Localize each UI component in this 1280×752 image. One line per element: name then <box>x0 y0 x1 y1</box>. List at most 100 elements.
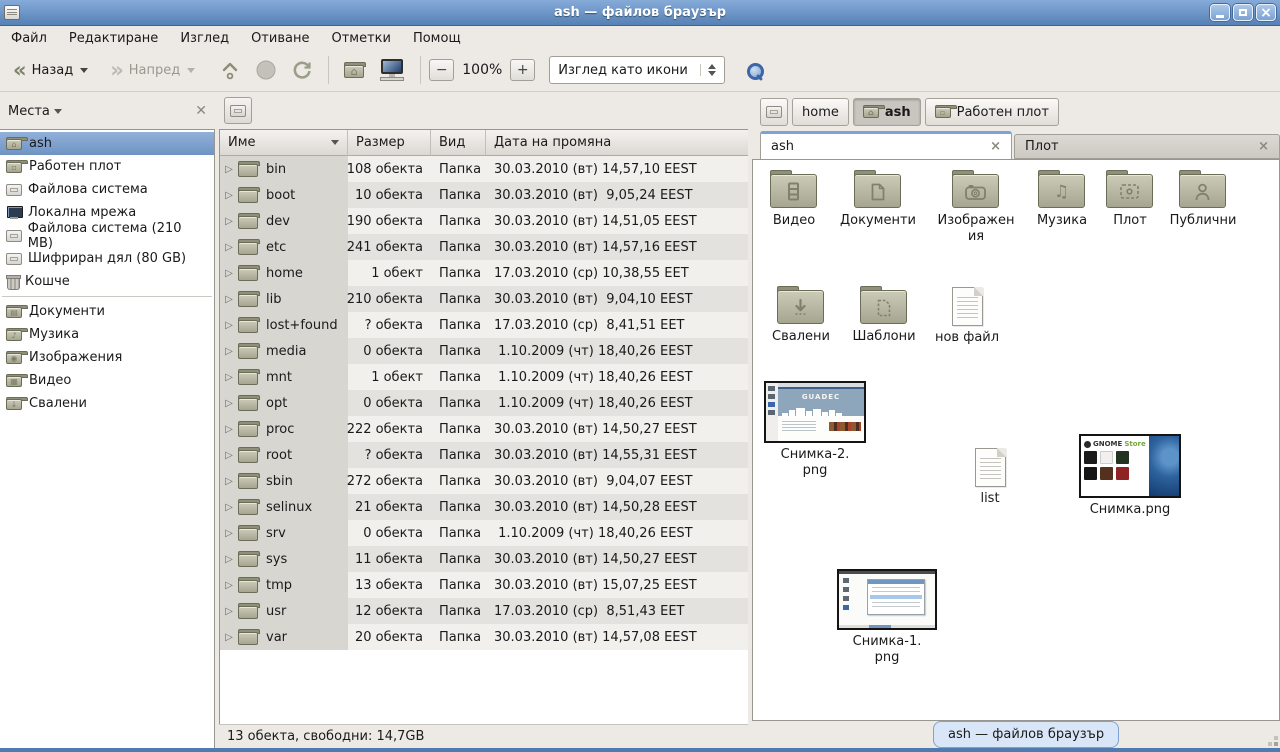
expander-icon[interactable]: ▷ <box>220 294 238 305</box>
file-item-Шаблони[interactable]: Шаблони <box>848 286 920 345</box>
sidebar-item-ash[interactable]: ⌂ash <box>0 132 214 155</box>
tab-close-icon[interactable]: × <box>1258 139 1269 154</box>
pathbar-button-ash[interactable]: ⌂ash <box>853 98 921 126</box>
minimize-button[interactable] <box>1210 4 1230 21</box>
table-row-root[interactable]: ▷ root? обектаПапка30.03.2010 (вт) 14,55… <box>220 442 749 468</box>
file-item-Свалени[interactable]: Свалени <box>765 286 837 345</box>
sidebar-item-Работен плот[interactable]: ▫Работен плот <box>0 155 214 178</box>
expander-icon[interactable]: ▷ <box>220 398 238 409</box>
menu-Файл[interactable]: Файл <box>0 29 58 48</box>
expander-icon[interactable]: ▷ <box>220 216 238 227</box>
expander-icon[interactable]: ▷ <box>220 580 238 591</box>
expander-icon[interactable]: ▷ <box>220 320 238 331</box>
menu-Изглед[interactable]: Изглед <box>169 29 240 48</box>
icon-view[interactable]: ВидеоДокументи Изображен ия♫МузикаПлотПуб… <box>752 159 1280 721</box>
zoom-in-button[interactable]: + <box>510 59 535 81</box>
expander-icon[interactable]: ▷ <box>220 346 238 357</box>
expander-icon[interactable]: ▷ <box>220 268 238 279</box>
expander-icon[interactable]: ▷ <box>220 554 238 565</box>
file-item-Снимка.png[interactable]: GNOMEStore Снимка.png <box>1079 434 1181 518</box>
file-item-Публични[interactable]: Публични <box>1167 170 1239 229</box>
back-button[interactable]: « Назад <box>6 57 95 84</box>
taskbar-window-button[interactable]: ash — файлов браузър <box>933 721 1119 748</box>
sidebar-item-Видео[interactable]: ▦Видео <box>0 369 214 392</box>
pathbar-button-home[interactable]: home <box>792 98 849 126</box>
column-header-Вид[interactable]: Вид <box>431 130 486 156</box>
view-mode-select[interactable]: Изглед като икони <box>549 56 725 84</box>
expander-icon[interactable]: ▷ <box>220 242 238 253</box>
file-item-нов файл[interactable]: нов файл <box>931 287 1003 346</box>
sidebar-item-Файлова система[interactable]: Файлова система <box>0 178 214 201</box>
menu-Помощ[interactable]: Помощ <box>402 29 472 48</box>
pathbar-button-root[interactable] <box>760 98 788 126</box>
menu-Редактиране[interactable]: Редактиране <box>58 29 169 48</box>
computer-button[interactable] <box>372 56 412 84</box>
table-row-usr[interactable]: ▷ usr12 обектаПапка17.03.2010 (ср) 8,51,… <box>220 598 749 624</box>
sidebar-pane-selector[interactable]: Места <box>8 104 62 119</box>
file-item-Видео[interactable]: Видео <box>758 170 830 229</box>
table-row-selinux[interactable]: ▷ selinux21 обектаПапка30.03.2010 (вт) 1… <box>220 494 749 520</box>
home-button[interactable]: ⌂ <box>337 59 372 81</box>
table-row-sbin[interactable]: ▷ sbin272 обектаПапка30.03.2010 (вт) 9,0… <box>220 468 749 494</box>
file-item-Плот[interactable]: Плот <box>1094 170 1166 229</box>
expander-icon[interactable]: ▷ <box>220 632 238 643</box>
table-row-srv[interactable]: ▷ srv0 обектаПапка 1.10.2009 (чт) 18,40,… <box>220 520 749 546</box>
file-item-Снимка-2.png[interactable]: GUADEC Снимка-2. png <box>764 381 866 480</box>
pathbar-button-Работен плот[interactable]: ▫Работен плот <box>925 98 1059 126</box>
table-row-opt[interactable]: ▷ opt0 обектаПапка 1.10.2009 (чт) 18,40,… <box>220 390 749 416</box>
column-header-Дата на промяна[interactable]: Дата на промяна <box>486 130 749 156</box>
sidebar-item-Музика[interactable]: ♪Музика <box>0 323 214 346</box>
expander-icon[interactable]: ▷ <box>220 372 238 383</box>
table-row-var[interactable]: ▷ var20 обектаПапка30.03.2010 (вт) 14,57… <box>220 624 749 650</box>
expander-icon[interactable]: ▷ <box>220 164 238 175</box>
table-row-lib[interactable]: ▷ lib210 обектаПапка30.03.2010 (вт) 9,04… <box>220 286 749 312</box>
sidebar-item-Шифриран дял (80 GB)[interactable]: Шифриран дял (80 GB) <box>0 247 214 270</box>
back-history-dropdown-icon[interactable] <box>80 68 88 73</box>
maximize-button[interactable] <box>1233 4 1253 21</box>
file-item-Снимка-1.png[interactable]: Снимка-1. png <box>837 569 937 667</box>
table-row-dev[interactable]: ▷ dev190 обектаПапка30.03.2010 (вт) 14,5… <box>220 208 749 234</box>
forward-history-dropdown-icon[interactable] <box>187 68 195 73</box>
table-row-media[interactable]: ▷ media0 обектаПапка 1.10.2009 (чт) 18,4… <box>220 338 749 364</box>
reload-button[interactable] <box>284 56 320 84</box>
sidebar-item-Файлова система (210 MB)[interactable]: Файлова система (210 MB) <box>0 224 214 247</box>
expander-icon[interactable]: ▷ <box>220 450 238 461</box>
table-row-sys[interactable]: ▷ sys11 обектаПапка30.03.2010 (вт) 14,50… <box>220 546 749 572</box>
table-row-mnt[interactable]: ▷ mnt1 обектПапка 1.10.2009 (чт) 18,40,2… <box>220 364 749 390</box>
tab-ash[interactable]: ash× <box>760 131 1012 159</box>
menu-Отметки[interactable]: Отметки <box>320 29 401 48</box>
tree-root-button[interactable] <box>224 97 252 124</box>
table-row-tmp[interactable]: ▷ tmp13 обектаПапка30.03.2010 (вт) 15,07… <box>220 572 749 598</box>
zoom-out-button[interactable]: − <box>429 59 454 81</box>
expander-icon[interactable]: ▷ <box>220 502 238 513</box>
table-row-home[interactable]: ▷ home1 обектПапка17.03.2010 (ср) 10,38,… <box>220 260 749 286</box>
column-header-Размер[interactable]: Размер <box>348 130 431 156</box>
sidebar-item-Документи[interactable]: ▤Документи <box>0 300 214 323</box>
resize-grip[interactable] <box>1274 742 1278 746</box>
sidebar-close-icon[interactable]: ✕ <box>195 103 207 119</box>
close-button[interactable]: × <box>1256 4 1276 21</box>
expander-icon[interactable]: ▷ <box>220 190 238 201</box>
sidebar-item-Кошче[interactable]: Кошче <box>0 270 214 293</box>
file-item-Изображения[interactable]: Изображен ия <box>940 170 1012 246</box>
titlebar[interactable]: ash — файлов браузър × <box>0 0 1280 26</box>
expander-icon[interactable]: ▷ <box>220 528 238 539</box>
expander-icon[interactable]: ▷ <box>220 424 238 435</box>
forward-button[interactable]: » Напред <box>103 57 202 84</box>
file-item-list[interactable]: list <box>954 448 1026 507</box>
expander-icon[interactable]: ▷ <box>220 476 238 487</box>
search-button[interactable] <box>739 55 769 85</box>
table-row-proc[interactable]: ▷ proc222 обектаПапка30.03.2010 (вт) 14,… <box>220 416 749 442</box>
stop-button[interactable] <box>248 56 284 84</box>
file-item-Документи[interactable]: Документи <box>842 170 914 229</box>
sidebar-item-Изображения[interactable]: ◉Изображения <box>0 346 214 369</box>
up-button[interactable] <box>212 56 248 84</box>
table-row-etc[interactable]: ▷ etc241 обектаПапка30.03.2010 (вт) 14,5… <box>220 234 749 260</box>
file-item-Музика[interactable]: ♫Музика <box>1026 170 1098 229</box>
menu-Отиване[interactable]: Отиване <box>240 29 320 48</box>
table-row-bin[interactable]: ▷ bin108 обектаПапка30.03.2010 (вт) 14,5… <box>220 156 749 182</box>
column-header-Име[interactable]: Име <box>220 130 348 156</box>
tab-Плот[interactable]: Плот× <box>1014 134 1280 159</box>
tab-close-icon[interactable]: × <box>990 139 1001 154</box>
table-row-lost+found[interactable]: ▷ lost+found? обектаПапка17.03.2010 (ср)… <box>220 312 749 338</box>
